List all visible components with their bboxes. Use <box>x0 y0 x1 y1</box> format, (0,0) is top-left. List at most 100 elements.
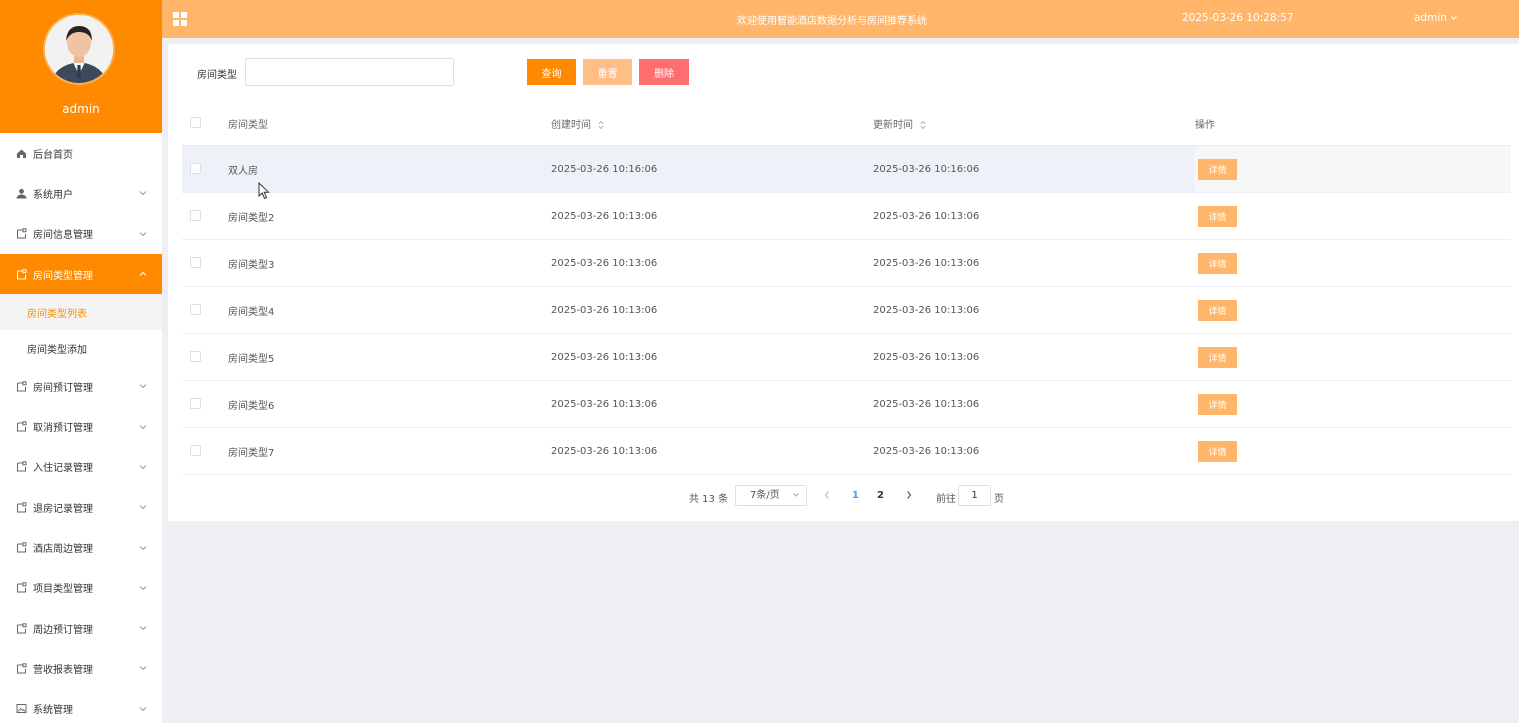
user-icon <box>15 187 27 199</box>
page-size-select[interactable]: 7条/页 <box>735 485 807 506</box>
next-page-icon[interactable] <box>904 489 914 501</box>
detail-button[interactable]: 详情 <box>1198 393 1237 415</box>
submenu-room-type-list[interactable]: 房间类型列表 <box>0 294 162 331</box>
sidebar-item-project-type[interactable]: 项目类型管理 <box>0 568 162 608</box>
table-row[interactable]: 房间类型5 2025-03-26 10:13:06 2025-03-26 10:… <box>182 333 1511 381</box>
row-checkbox[interactable] <box>190 163 201 175</box>
sidebar-item-label: 房间预订管理 <box>33 382 93 394</box>
chevron-down-icon <box>139 465 147 470</box>
row-checkbox[interactable] <box>190 210 201 222</box>
cell-room-type: 双人房 <box>228 145 551 193</box>
doc-icon <box>15 228 27 240</box>
chevron-up-icon <box>139 271 147 276</box>
col-updated[interactable]: 更新时间 <box>873 101 1195 146</box>
query-button[interactable]: 查询 <box>527 59 576 85</box>
page-number-2[interactable]: 2 <box>877 490 884 501</box>
sidebar-item-room-type[interactable]: 房间类型管理 <box>0 253 162 295</box>
row-checkbox[interactable] <box>190 304 201 316</box>
pagination: 共 13 条 7条/页 1 2 前往 页 <box>168 485 1519 507</box>
chevron-down-icon <box>139 424 147 429</box>
detail-button[interactable]: 详情 <box>1198 440 1237 462</box>
username-label: admin <box>62 102 100 116</box>
doc-icon <box>15 461 27 473</box>
sidebar-item-home[interactable]: 后台首页 <box>0 133 162 173</box>
col-created[interactable]: 创建时间 <box>551 101 873 146</box>
detail-button[interactable]: 详情 <box>1198 299 1237 321</box>
cell-updated: 2025-03-26 10:13:06 <box>873 380 1195 428</box>
cell-created: 2025-03-26 10:13:06 <box>551 333 873 381</box>
chevron-down-icon <box>139 706 147 711</box>
chevron-down-icon <box>1451 16 1458 20</box>
col-room-type: 房间类型 <box>228 101 551 146</box>
goto-page-input[interactable] <box>958 485 991 506</box>
chevron-down-icon <box>139 585 147 591</box>
select-all-checkbox[interactable] <box>190 117 201 129</box>
sidebar-item-cancel-booking[interactable]: 取消预订管理 <box>0 406 162 446</box>
sidebar-item-label: 房间类型管理 <box>33 270 93 282</box>
table-header: 房间类型 创建时间 更新时间 操作 <box>182 101 1511 146</box>
sidebar-item-label: 取消预订管理 <box>33 423 93 435</box>
cell-created: 2025-03-26 10:13:06 <box>551 239 873 287</box>
row-checkbox[interactable] <box>190 445 201 457</box>
sidebar-item-surrounding-booking[interactable]: 周边预订管理 <box>0 608 162 648</box>
chevron-down-icon <box>139 505 147 510</box>
chevron-down-icon <box>139 545 147 550</box>
doc-icon <box>15 421 27 433</box>
sort-icon[interactable] <box>598 120 604 130</box>
sort-icon[interactable] <box>920 120 926 130</box>
sidebar-item-label: 退房记录管理 <box>33 503 93 515</box>
sidebar-item-revenue-report[interactable]: 营收报表管理 <box>0 648 162 688</box>
home-icon <box>15 147 27 159</box>
sidebar-item-checkout[interactable]: 退房记录管理 <box>0 487 162 527</box>
reset-button[interactable]: 重置 <box>583 59 632 85</box>
doc-icon <box>15 380 27 392</box>
row-checkbox[interactable] <box>190 257 201 269</box>
page-number-1[interactable]: 1 <box>852 490 859 501</box>
mouse-cursor-icon <box>258 182 270 200</box>
table-row[interactable]: 房间类型6 2025-03-26 10:13:06 2025-03-26 10:… <box>182 380 1511 428</box>
sidebar-item-system-users[interactable]: 系统用户 <box>0 173 162 213</box>
sidebar-item-checkin[interactable]: 入住记录管理 <box>0 447 162 487</box>
detail-button[interactable]: 详情 <box>1198 346 1237 368</box>
sidebar-item-room-booking[interactable]: 房间预订管理 <box>0 366 162 406</box>
avatar[interactable] <box>45 15 113 83</box>
chevron-down-icon <box>793 493 799 497</box>
row-checkbox[interactable] <box>190 398 201 410</box>
sidebar-item-system-management[interactable]: 系统管理 <box>0 689 162 723</box>
page-unit-label: 页 <box>994 494 1004 505</box>
submenu-room-type-add[interactable]: 房间类型添加 <box>0 330 162 366</box>
table-row[interactable]: 房间类型2 2025-03-26 10:13:06 2025-03-26 10:… <box>182 192 1511 240</box>
detail-button[interactable]: 详情 <box>1198 158 1237 180</box>
cell-room-type: 房间类型7 <box>228 427 551 475</box>
table-row[interactable]: 房间类型4 2025-03-26 10:13:06 2025-03-26 10:… <box>182 286 1511 334</box>
user-name: admin <box>1414 12 1447 24</box>
delete-button[interactable]: 删除 <box>639 59 689 85</box>
doc-icon <box>15 582 27 594</box>
sidebar-item-label: 系统用户 <box>33 189 73 201</box>
detail-button[interactable]: 详情 <box>1198 252 1237 274</box>
select-all-cell <box>182 101 228 146</box>
sidebar-item-room-info[interactable]: 房间信息管理 <box>0 214 162 254</box>
sidebar-item-hotel-surroundings[interactable]: 酒店周边管理 <box>0 527 162 567</box>
prev-page-icon[interactable] <box>822 489 832 501</box>
grid-menu-icon[interactable] <box>172 11 188 27</box>
submenu-label: 房间类型列表 <box>27 308 87 320</box>
col-label: 操作 <box>1195 119 1215 131</box>
detail-button[interactable]: 详情 <box>1198 205 1237 227</box>
chevron-down-icon <box>139 384 147 389</box>
chevron-down-icon <box>139 666 147 671</box>
row-checkbox[interactable] <box>190 351 201 363</box>
cell-created: 2025-03-26 10:13:06 <box>551 380 873 428</box>
cell-updated: 2025-03-26 10:13:06 <box>873 192 1195 240</box>
table-row[interactable]: 房间类型7 2025-03-26 10:13:06 2025-03-26 10:… <box>182 427 1511 475</box>
cell-room-type: 房间类型3 <box>228 239 551 287</box>
cell-created: 2025-03-26 10:16:06 <box>551 145 873 193</box>
room-type-search-input[interactable] <box>245 58 454 86</box>
chevron-down-icon <box>139 191 147 196</box>
sidebar-item-label: 入住记录管理 <box>33 463 93 475</box>
table-row[interactable]: 房间类型3 2025-03-26 10:13:06 2025-03-26 10:… <box>182 239 1511 287</box>
search-label: 房间类型 <box>197 70 237 81</box>
table-row[interactable]: 双人房 2025-03-26 10:16:06 2025-03-26 10:16… <box>182 145 1511 193</box>
user-dropdown[interactable]: admin <box>1414 12 1458 24</box>
chevron-down-icon <box>139 231 147 236</box>
